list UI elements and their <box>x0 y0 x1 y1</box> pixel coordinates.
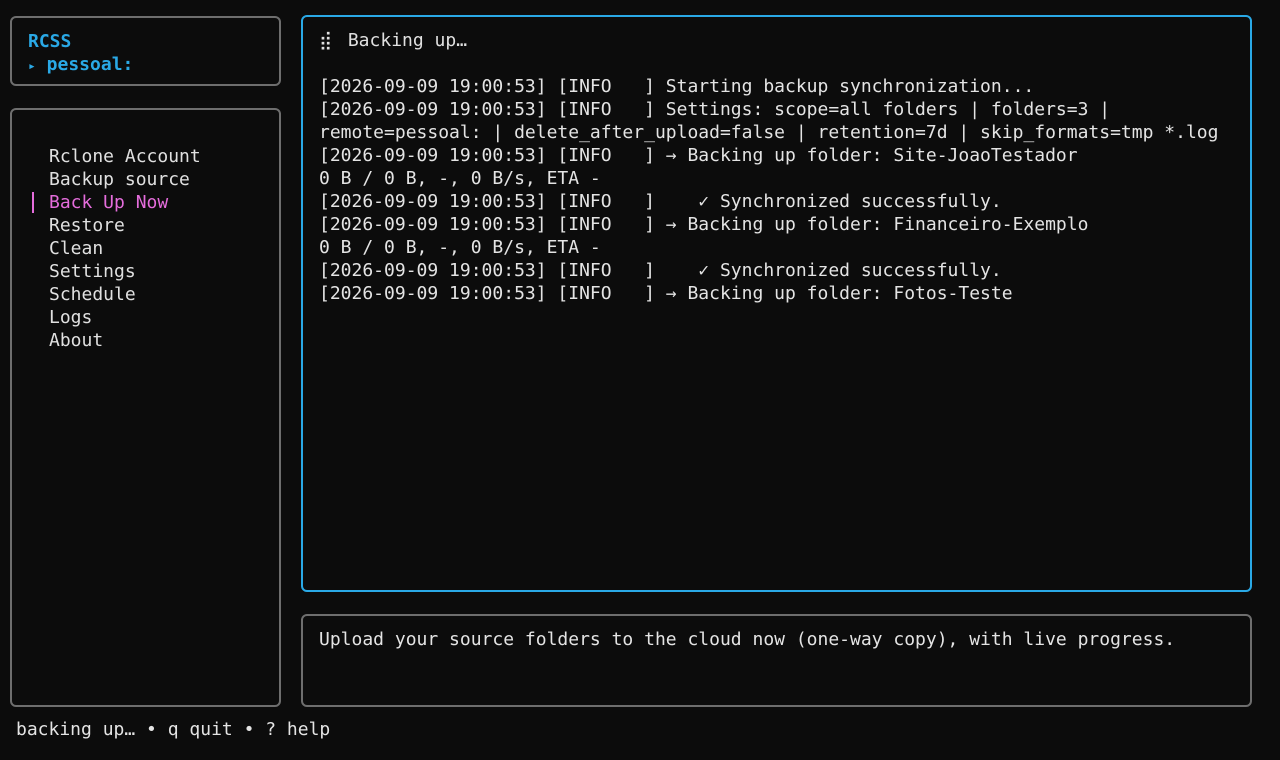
brand-panel: RCSS ▸ pessoal: <box>10 16 281 86</box>
sidebar-item-rclone-account[interactable]: Rclone Account <box>12 145 279 168</box>
log-line: [2026-09-09 19:00:53] [INFO ] ✓ Synchron… <box>319 260 1002 281</box>
menu-list: Rclone Account Backup source Back Up Now Re… <box>12 145 279 352</box>
remote-marker-icon: ▸ <box>28 59 36 74</box>
sidebar-menu: Rclone Account Backup source Back Up Now Re… <box>10 108 281 707</box>
log-line: [2026-09-09 19:00:53] [INFO ] → Backing … <box>319 145 1078 166</box>
spinner-icon: ⣾ <box>319 30 333 51</box>
active-remote: ▸ pessoal: <box>28 53 133 78</box>
sidebar-item-clean[interactable]: Clean <box>12 237 279 260</box>
log-output[interactable]: [2026-09-09 19:00:53] [INFO ] Starting b… <box>319 75 1240 305</box>
log-panel[interactable]: ⣾ Backing up… [2026-09-09 19:00:53] [INF… <box>301 15 1252 592</box>
description-panel: Upload your source folders to the cloud … <box>301 614 1252 707</box>
log-line: [2026-09-09 19:00:53] [INFO ] ✓ Synchron… <box>319 191 1002 212</box>
log-line: 0 B / 0 B, -, 0 B/s, ETA - <box>319 237 601 258</box>
log-line: [2026-09-09 19:00:53] [INFO ] Settings: … <box>319 99 1111 120</box>
log-line: [2026-09-09 19:00:53] [INFO ] → Backing … <box>319 214 1089 235</box>
log-line: [2026-09-09 19:00:53] [INFO ] → Backing … <box>319 283 1013 304</box>
remote-name: pessoal: <box>46 54 134 75</box>
sidebar-item-logs[interactable]: Logs <box>12 306 279 329</box>
description-text: Upload your source folders to the cloud … <box>319 629 1176 650</box>
log-line: [2026-09-09 19:00:53] [INFO ] Starting b… <box>319 76 1035 97</box>
log-line: 0 B / 0 B, -, 0 B/s, ETA - <box>319 168 601 189</box>
sidebar-item-settings[interactable]: Settings <box>12 260 279 283</box>
sidebar-item-backup-source[interactable]: Backup source <box>12 168 279 191</box>
sidebar-item-schedule[interactable]: Schedule <box>12 283 279 306</box>
log-line: remote=pessoal: | delete_after_upload=fa… <box>319 122 1219 143</box>
sidebar-item-back-up-now[interactable]: Back Up Now <box>12 191 279 214</box>
sidebar-item-about[interactable]: About <box>12 329 279 352</box>
log-panel-title: Backing up… <box>347 30 468 51</box>
app-title: RCSS <box>28 31 72 52</box>
log-panel-header: ⣾ Backing up… <box>319 29 467 52</box>
sidebar-item-restore[interactable]: Restore <box>12 214 279 237</box>
status-bar: backing up… • q quit • ? help <box>16 719 331 740</box>
